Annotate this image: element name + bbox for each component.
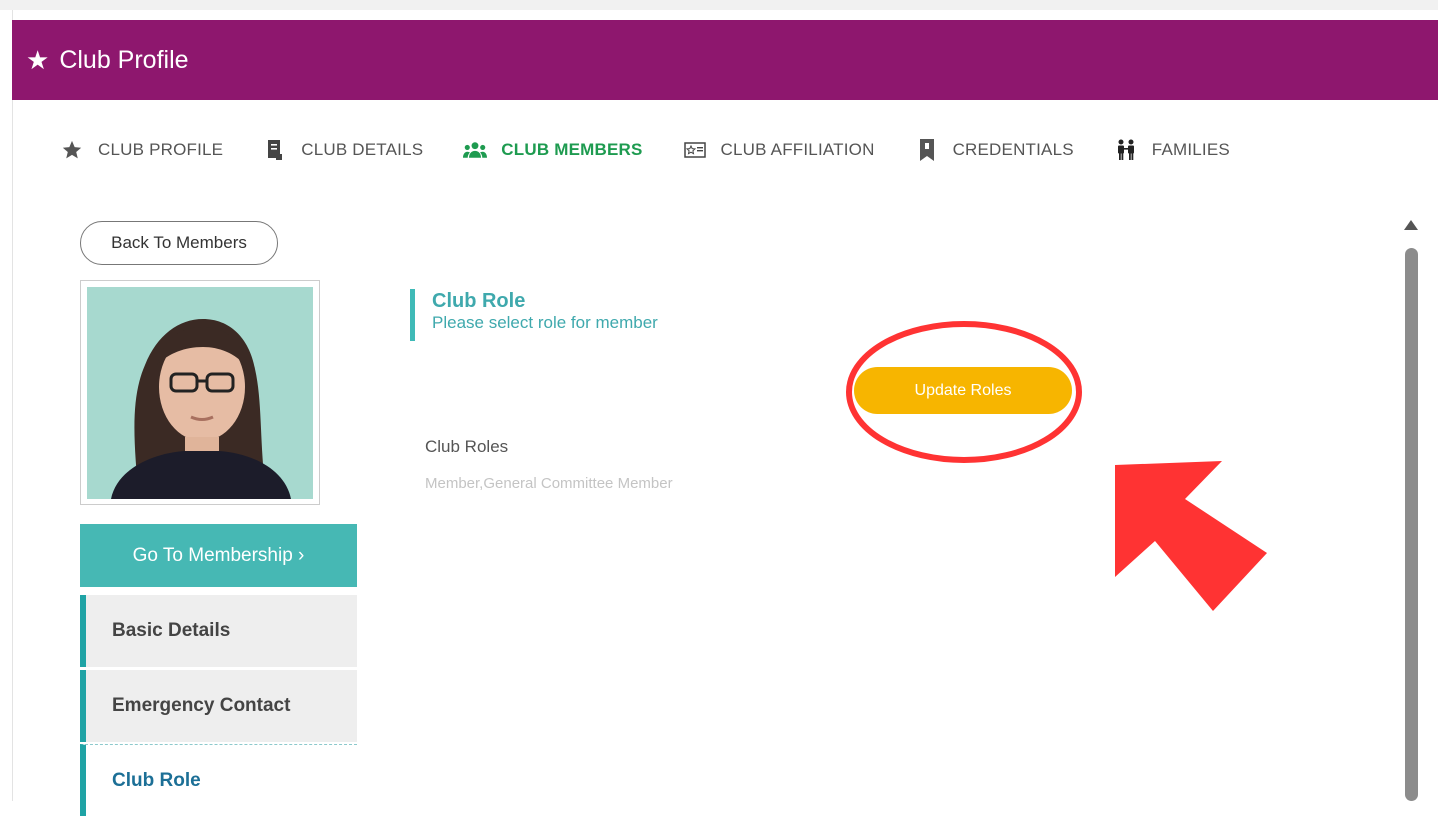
scrollbar-thumb[interactable] <box>1405 248 1418 801</box>
annotation-overlay <box>846 321 1267 611</box>
scroll-up-icon[interactable] <box>1404 220 1418 230</box>
vertical-scrollbar[interactable] <box>1402 212 1420 801</box>
pointer-arrow <box>1115 461 1267 611</box>
highlight-circle <box>846 321 1082 463</box>
